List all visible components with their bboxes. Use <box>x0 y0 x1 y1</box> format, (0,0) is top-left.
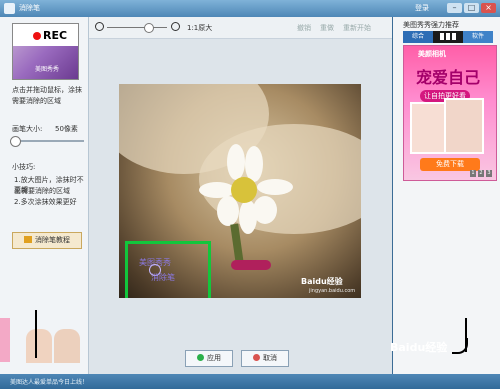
photo-canvas[interactable]: 美图秀秀 消除笔 Baidu经验 jingyan.baidu.com <box>119 84 361 298</box>
right-panel: 美图秀秀强力推荐 综合 软件 美颜相机 宠爱自己 让自拍更好看 免费下载 1 2… <box>393 17 500 374</box>
close-icon[interactable]: × <box>481 3 496 13</box>
maximize-icon[interactable]: □ <box>464 3 479 13</box>
ad-face-image <box>54 329 80 363</box>
ad-brand: 美颜相机 <box>418 50 446 58</box>
tutorial-thumbnail[interactable]: REC 美图秀秀 <box>12 23 79 80</box>
status-text[interactable]: 美图达人最爱单品今日上线！ <box>10 377 88 386</box>
tip-item: 出需要消除的区域 <box>14 187 70 195</box>
recommend-tabs: 综合 软件 <box>403 31 495 43</box>
watermark-url: jingyan.baidu.com <box>309 288 356 294</box>
editor-toolbar: 1:1原大 撤销 重做 重新开始 <box>89 17 392 39</box>
watermark: Baidu经验 <box>301 277 343 286</box>
ad-headline: 宠爱自己 <box>416 68 481 87</box>
zoom-out-icon[interactable] <box>95 22 104 31</box>
minimize-icon[interactable]: – <box>447 3 462 13</box>
zoom-in-icon[interactable] <box>171 22 180 31</box>
app-icon <box>4 3 15 14</box>
rec-banner: REC <box>13 24 78 46</box>
left-panel: REC 美图秀秀 点击并拖动鼠标，涂抹需要消除的区域 画笔大小: 50像素 小技… <box>0 17 89 374</box>
pen-size-label: 画笔大小: <box>12 125 43 133</box>
tab-software[interactable]: 软件 <box>463 31 493 43</box>
slider-handle[interactable] <box>10 136 21 147</box>
check-icon <box>197 354 204 361</box>
window-title: 消除笔 <box>19 4 40 12</box>
undo-button[interactable]: 撤销 <box>297 23 311 33</box>
pen-size-value: 50像素 <box>55 125 78 133</box>
rec-label: REC <box>43 29 68 42</box>
tip-item: 2.多次涂抹效果更好 <box>14 198 77 206</box>
tab-general[interactable]: 综合 <box>403 31 433 43</box>
actual-size-button[interactable]: 1:1原大 <box>187 23 212 33</box>
ad-face-image <box>26 329 52 363</box>
flower-center <box>231 177 257 203</box>
apply-button[interactable]: 应用 <box>185 350 233 367</box>
pen-size-slider[interactable] <box>10 136 84 147</box>
thumb-caption: 美图秀秀 <box>35 66 60 73</box>
overlay-logo: Baidu经验 <box>390 341 448 354</box>
flower-petal <box>257 179 293 195</box>
tab-battery-icon[interactable] <box>433 31 463 43</box>
flower-petal <box>227 144 245 180</box>
apply-label: 应用 <box>207 354 221 362</box>
close-icon <box>253 354 260 361</box>
title-bar: 消除笔 登录 – □ × <box>0 0 500 17</box>
erase-selection-box <box>125 241 211 298</box>
action-bar: 应用 取消 <box>89 344 392 374</box>
record-icon <box>33 32 41 40</box>
folder-icon <box>24 236 32 243</box>
history-controls: 撤销 重做 重新开始 <box>297 23 371 33</box>
eraser-tutorial-label: 消除笔教程 <box>35 236 70 244</box>
ad-page-1[interactable]: 1 <box>470 170 476 177</box>
status-bar: 美图达人最爱单品今日上线！ <box>0 374 500 389</box>
zoom-slider[interactable] <box>107 23 167 33</box>
cancel-button[interactable]: 取消 <box>241 350 289 367</box>
ad-page-2[interactable]: 2 <box>478 170 484 177</box>
redo-button[interactable]: 重做 <box>320 23 334 33</box>
ad-photo <box>444 98 484 154</box>
usage-hint: 点击并拖动鼠标，涂抹需要消除的区域 <box>12 86 82 105</box>
login-link[interactable]: 登录 <box>415 3 429 13</box>
zoom-handle[interactable] <box>144 23 154 33</box>
tips-title: 小技巧: <box>12 163 36 171</box>
ribbon <box>231 260 271 270</box>
flower-petal <box>253 196 277 224</box>
left-ad-strip[interactable] <box>0 318 10 362</box>
editor-area: 1:1原大 撤销 重做 重新开始 美图秀秀 消除笔 Baidu经验 jingya… <box>89 17 392 374</box>
recommend-title: 美图秀秀强力推荐 <box>403 21 459 29</box>
cancel-label: 取消 <box>263 354 277 362</box>
ad-page-3[interactable]: 3 <box>486 170 492 177</box>
ad-banner[interactable]: 美颜相机 宠爱自己 让自拍更好看 免费下载 1 2 3 <box>403 45 497 181</box>
cursor-mark <box>35 310 37 358</box>
erase-target-text: 消除笔 <box>151 273 175 282</box>
window-controls: – □ × <box>447 3 496 13</box>
eraser-tutorial-button[interactable]: 消除笔教程 <box>12 232 82 249</box>
reset-button[interactable]: 重新开始 <box>343 23 371 33</box>
